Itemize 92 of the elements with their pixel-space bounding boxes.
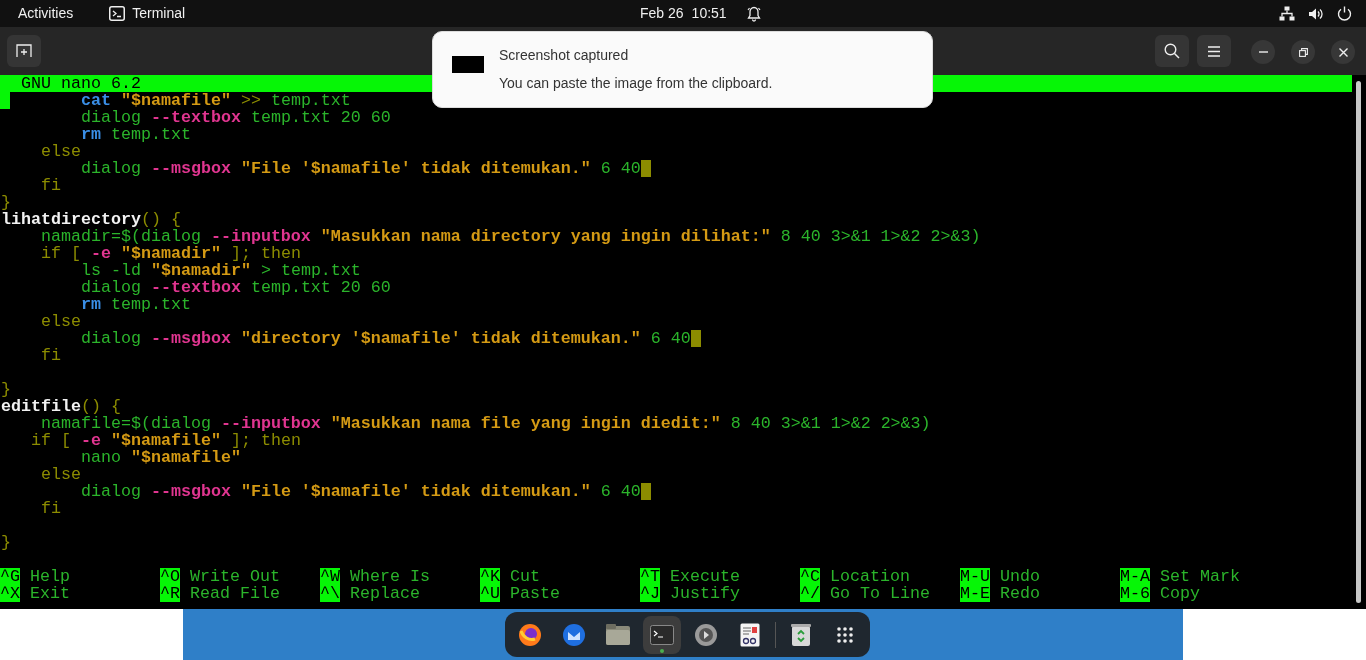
- code-line: }: [1, 381, 11, 398]
- new-tab-icon: [16, 44, 32, 58]
- code-line: nano "$namafile": [80, 449, 241, 466]
- menu-button[interactable]: [1197, 35, 1231, 67]
- code-line: dialog --textbox temp.txt 20 60: [79, 279, 391, 296]
- shortcut-key: ^J: [640, 585, 660, 602]
- shortcut-key: ^/: [800, 585, 820, 602]
- shortcut-label: Redo: [1000, 585, 1040, 602]
- shortcut-label: Where Is: [350, 568, 430, 585]
- code-line: rm temp.txt: [80, 296, 191, 313]
- code-line: namadir=$(dialog --inputbox "Masukkan nama directory yang ingin dilihat:" 8 40 3>&1 1>&2 2>&3): [39, 228, 981, 245]
- search-button[interactable]: [1155, 35, 1189, 67]
- code-line: if [ -e "$namadir" ]; then: [39, 245, 301, 262]
- app-grid-icon: [836, 625, 854, 644]
- code-line: if [ -e "$namafile" ]; then: [30, 432, 301, 449]
- code-line: fi: [39, 500, 61, 517]
- editor-title: GNU nano 6.2: [21, 75, 141, 92]
- code-line: dialog --msgbox "directory '$namafile' tidak ditemukan." 6 40: [79, 330, 691, 347]
- shortcut-label: Exit: [30, 585, 70, 602]
- shortcut-key: ^K: [480, 568, 500, 585]
- code-line: dialog --textbox temp.txt 20 60: [79, 109, 391, 126]
- code-line: fi: [39, 177, 61, 194]
- folder-icon: [605, 622, 631, 647]
- close-icon: [1338, 47, 1348, 57]
- shortcut-label: Location: [830, 568, 910, 585]
- menu-icon: [1208, 45, 1220, 57]
- shortcut-label: Undo: [1000, 568, 1040, 585]
- new-tab-button[interactable]: [7, 35, 41, 67]
- minimize-icon: [1258, 51, 1268, 53]
- close-button[interactable]: [1331, 40, 1355, 64]
- code-line: dialog --msgbox "File '$namafile' tidak ditemukan." 6 40: [79, 483, 641, 500]
- notification[interactable]: Screenshot captured You can paste the image from the clipboard.: [432, 31, 933, 108]
- maximize-button[interactable]: [1291, 40, 1315, 64]
- shortcut-label: Go To Line: [830, 585, 930, 602]
- document-icon: [740, 622, 760, 647]
- shortcut-key: ^W: [320, 568, 340, 585]
- shortcut-key: ^\: [320, 585, 340, 602]
- shortcut-key: ^T: [640, 568, 660, 585]
- trash-icon: [791, 622, 811, 647]
- running-indicator: [660, 648, 664, 653]
- code-line: fi: [39, 347, 61, 364]
- shortcut-label: Help: [30, 568, 70, 585]
- code-line: }: [1, 194, 11, 211]
- shortcut-key: ^O: [160, 568, 180, 585]
- notification-title: Screenshot captured: [499, 46, 630, 65]
- shortcut-key: M-U: [960, 568, 990, 585]
- minimize-button[interactable]: [1251, 40, 1275, 64]
- shortcut-label: Execute: [670, 568, 740, 585]
- volume-icon[interactable]: [1308, 6, 1324, 21]
- code-line: lihatdirectory() {: [1, 211, 181, 228]
- scrollbar[interactable]: [1356, 81, 1361, 603]
- search-icon: [1164, 43, 1180, 59]
- shortcut-key: M-E: [960, 585, 990, 602]
- code-line: editfile() {: [1, 398, 121, 415]
- shortcut-label: Paste: [510, 585, 560, 602]
- shortcut-key: ^G: [0, 568, 20, 585]
- shortcut-label: Replace: [350, 585, 420, 602]
- shortcut-label: Read File: [190, 585, 280, 602]
- code-line: else: [39, 313, 81, 330]
- shortcut-label: Set Mark: [1160, 568, 1240, 585]
- mail-icon: [561, 621, 587, 648]
- clock-text[interactable]: 10:51: [691, 3, 727, 24]
- code-line: }: [1, 534, 11, 551]
- code-line: cat "$namafile" >> temp.txt: [79, 92, 351, 109]
- app-menu[interactable]: Terminal: [132, 3, 186, 24]
- code-line: namafile=$(dialog --inputbox "Masukkan nama file yang ingin diedit:" 8 40 3>&1 1>&2 2>&3): [39, 415, 931, 432]
- shortcut-key: ^R: [160, 585, 180, 602]
- restore-icon: [1298, 47, 1308, 57]
- screenshot-thumbnail: [452, 56, 484, 73]
- shortcut-label: Copy: [1160, 585, 1200, 602]
- activities-button[interactable]: Activities: [18, 3, 74, 24]
- power-icon[interactable]: [1337, 6, 1352, 21]
- shortcut-key: ^U: [480, 585, 500, 602]
- network-icon[interactable]: [1279, 6, 1295, 21]
- code-line: rm temp.txt: [80, 126, 191, 143]
- bell-icon: [746, 5, 761, 22]
- shortcut-label: Cut: [510, 568, 540, 585]
- date-text[interactable]: Feb 26: [640, 3, 684, 24]
- shortcut-key: M-6: [1120, 585, 1150, 602]
- shortcut-key: ^C: [800, 568, 820, 585]
- notification-body: You can paste the image from the clipboard.: [499, 74, 773, 93]
- browser-icon: [517, 621, 543, 648]
- code-line: dialog --msgbox "File '$namafile' tidak ditemukan." 6 40: [79, 160, 641, 177]
- shortcut-key: M-A: [1120, 568, 1150, 585]
- terminal-icon: [650, 624, 674, 645]
- terminal-icon: [109, 6, 126, 21]
- code-line: else: [39, 143, 81, 160]
- code-line: ls -ld "$namadir" > temp.txt: [79, 262, 361, 279]
- code-line: else: [39, 466, 81, 483]
- shortcut-key: ^X: [0, 585, 20, 602]
- shortcut-label: Justify: [670, 585, 740, 602]
- shortcut-label: Write Out: [190, 568, 280, 585]
